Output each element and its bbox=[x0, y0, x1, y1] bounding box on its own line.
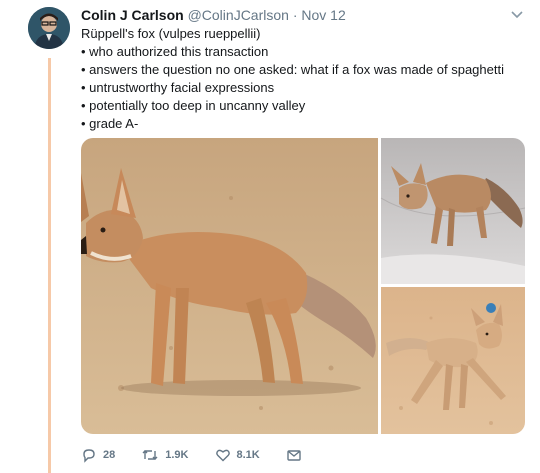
tweet-line: Rüppell's fox (vulpes rueppellii) bbox=[81, 26, 261, 41]
author-handle[interactable]: @ColinJCarlson bbox=[188, 7, 289, 23]
like-count: 8.1K bbox=[236, 449, 260, 461]
tweet-text: Rüppell's fox (vulpes rueppellii) • who … bbox=[81, 25, 521, 133]
direct-message-button[interactable] bbox=[286, 447, 308, 463]
tweet-actions: 28 1.9K 8.1K bbox=[81, 445, 334, 465]
header-separator: · bbox=[292, 7, 298, 23]
retweet-count: 1.9K bbox=[165, 449, 189, 461]
reply-icon bbox=[83, 449, 95, 463]
tweet-line: • grade A- bbox=[81, 116, 139, 131]
avatar[interactable] bbox=[28, 7, 70, 49]
media-grid[interactable] bbox=[81, 138, 525, 434]
avatar-image bbox=[28, 7, 70, 49]
like-button[interactable]: 8.1K bbox=[215, 447, 260, 463]
reply-button[interactable]: 28 bbox=[81, 447, 115, 463]
reply-count: 28 bbox=[103, 449, 116, 461]
tweet-line: • potentially too deep in uncanny valley bbox=[81, 98, 306, 113]
tweet-date[interactable]: Nov 12 bbox=[301, 7, 345, 23]
thread-connector-line bbox=[48, 58, 51, 473]
fox-photo-bottom-right[interactable] bbox=[381, 287, 525, 434]
heart-icon bbox=[215, 449, 230, 462]
retweet-button[interactable]: 1.9K bbox=[141, 447, 189, 463]
tweet-line: • who authorized this transaction bbox=[81, 44, 269, 59]
tweet-line: • untrustworthy facial expressions bbox=[81, 80, 275, 95]
fox-photo-main[interactable] bbox=[81, 138, 378, 434]
envelope-icon bbox=[287, 450, 301, 461]
tweet-header: Colin J Carlson @ColinJCarlson · Nov 12 bbox=[81, 6, 346, 24]
author-name[interactable]: Colin J Carlson bbox=[81, 7, 184, 23]
fox-photo-top-right[interactable] bbox=[380, 138, 525, 284]
tweet-line: • answers the question no one asked: wha… bbox=[81, 62, 504, 77]
chevron-down-icon[interactable] bbox=[510, 7, 524, 21]
retweet-icon bbox=[142, 450, 158, 460]
